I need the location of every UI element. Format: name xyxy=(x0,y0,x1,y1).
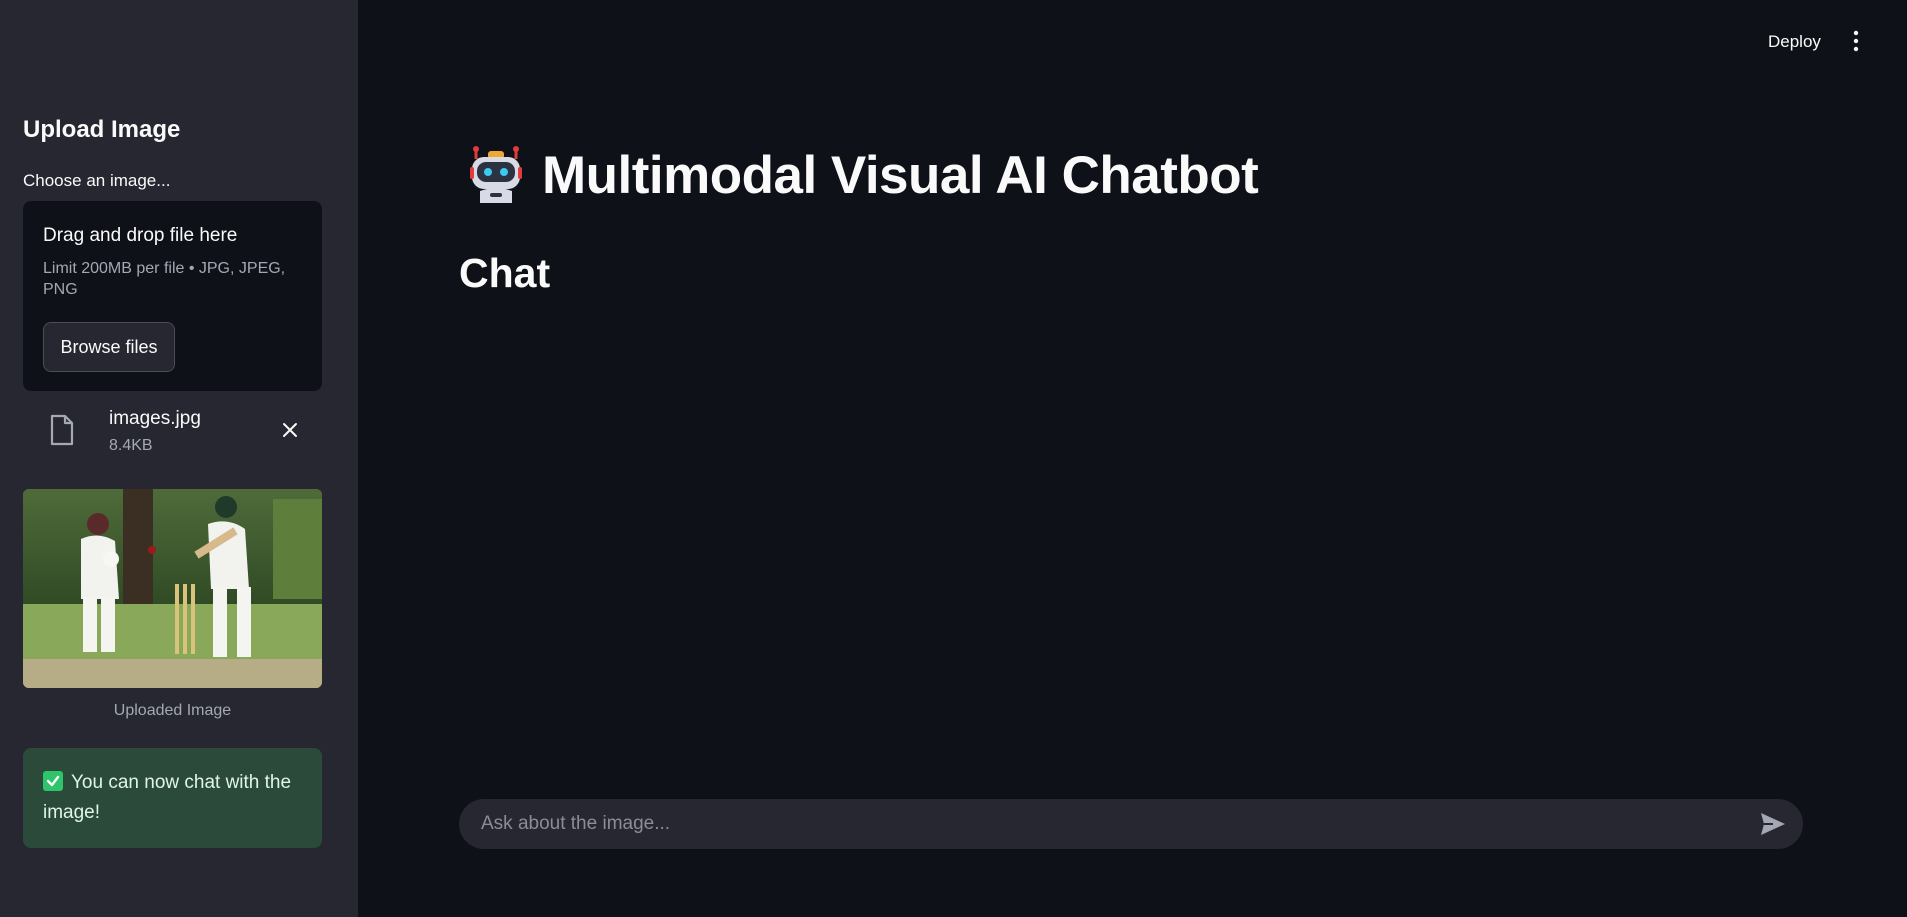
browse-files-button[interactable]: Browse files xyxy=(43,322,175,372)
file-icon xyxy=(49,414,75,446)
app-root: Upload Image Choose an image... Drag and… xyxy=(0,0,1907,917)
chat-input-container xyxy=(459,799,1803,849)
dropzone-limit-text: Limit 200MB per file • JPG, JPEG, PNG xyxy=(43,260,286,298)
uploader-label: Choose an image... xyxy=(23,171,171,190)
uploaded-file-row: images.jpg 8.4KB xyxy=(23,404,322,464)
kebab-menu-icon[interactable] xyxy=(1845,28,1867,54)
file-size: 8.4KB xyxy=(109,437,153,454)
send-icon[interactable] xyxy=(1759,811,1787,837)
success-message: You can now chat with the image! xyxy=(43,772,292,823)
page-title: Multimodal Visual AI Chatbot xyxy=(542,145,1259,205)
file-name: images.jpg xyxy=(109,408,201,429)
uploaded-image-preview xyxy=(23,489,322,688)
file-dropzone[interactable]: Drag and drop file here Limit 200MB per … xyxy=(23,201,322,391)
deploy-button[interactable]: Deploy xyxy=(1760,28,1829,56)
dropzone-title: Drag and drop file here xyxy=(43,225,238,246)
close-icon[interactable] xyxy=(278,418,302,442)
sidebar-title: Upload Image xyxy=(23,116,181,143)
success-alert: You can now chat with the image! xyxy=(23,748,322,848)
chat-heading: Chat xyxy=(459,250,551,296)
page-title-row: Multimodal Visual AI Chatbot xyxy=(466,140,1259,210)
checkmark-icon xyxy=(43,771,63,791)
image-caption: Uploaded Image xyxy=(113,702,232,719)
robot-icon xyxy=(466,145,526,205)
chat-input[interactable] xyxy=(479,799,1719,849)
sidebar: Upload Image Choose an image... Drag and… xyxy=(0,0,358,917)
